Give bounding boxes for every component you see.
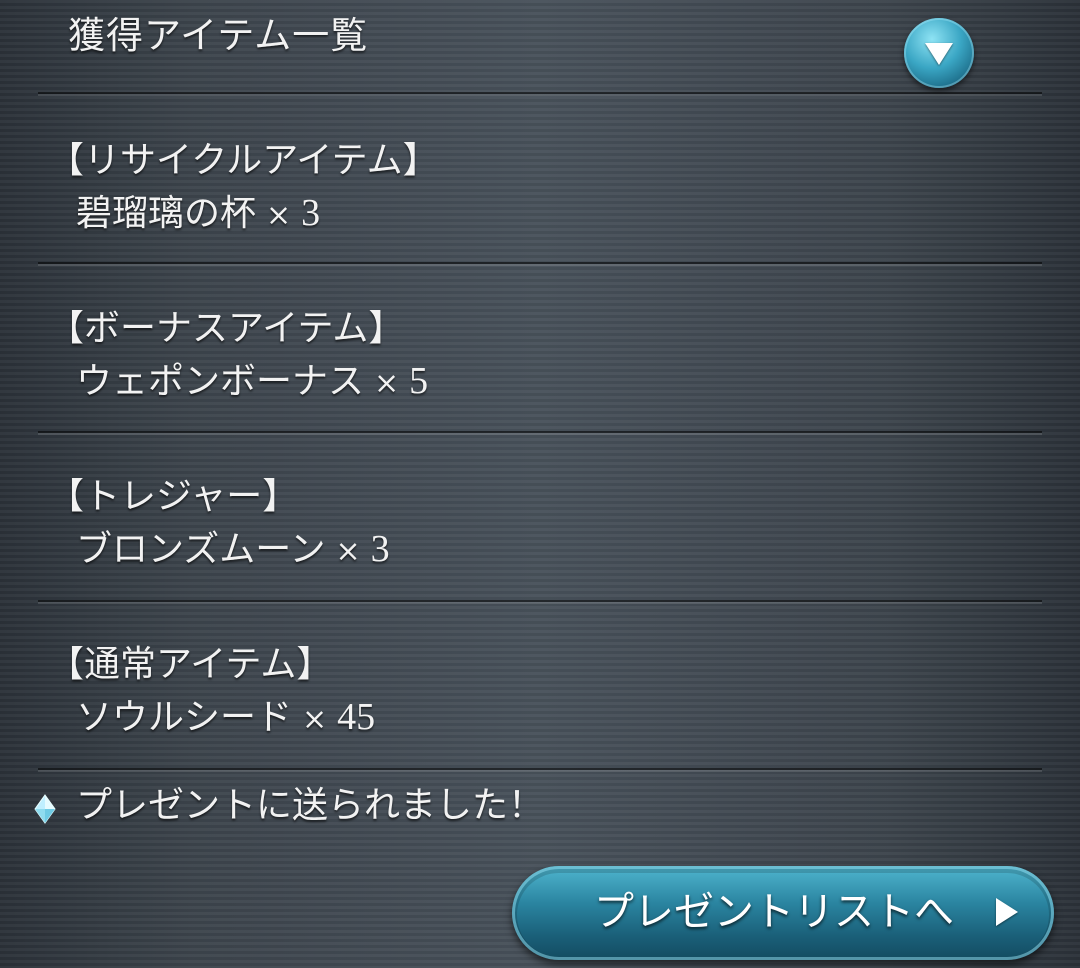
panel-header: 獲得アイテム一覧 (0, 0, 1080, 96)
present-list-button-label: プレゼントリストへ (594, 889, 954, 935)
item-entry: 碧瑠璃の杯 × 3 (76, 190, 320, 239)
divider (38, 262, 1042, 266)
divider (38, 431, 1042, 435)
multiplier-sign: × (335, 534, 361, 569)
item-entry: ブロンズムーン × 3 (76, 526, 390, 575)
item-section-normal: 【通常アイテム】 ソウルシード × 45 (0, 608, 1080, 778)
item-name: ソウルシード (76, 697, 293, 738)
section-category: 【トレジャー】 (48, 476, 299, 517)
triangle-right-icon (996, 898, 1018, 926)
section-category: 【ボーナスアイテム】 (48, 308, 405, 349)
item-quantity: 45 (337, 696, 376, 738)
multiplier-sign: × (302, 702, 328, 737)
crystal-icon (34, 794, 56, 824)
page-title: 獲得アイテム一覧 (68, 14, 369, 57)
item-entry: ウェポンボーナス × 5 (76, 358, 428, 407)
triangle-down-icon (925, 43, 953, 65)
collapse-button[interactable] (904, 18, 974, 88)
section-category: 【リサイクルアイテム】 (48, 140, 439, 181)
item-quantity: 3 (301, 192, 321, 234)
multiplier-sign: × (266, 198, 292, 233)
item-name: ブロンズムーン (76, 529, 326, 570)
divider (38, 92, 1042, 96)
sent-notice: プレゼントに送られました！ (30, 778, 730, 834)
divider (38, 600, 1042, 604)
item-quantity: 5 (409, 360, 429, 402)
acquired-items-panel: 獲得アイテム一覧 【リサイクルアイテム】 碧瑠璃の杯 × 3 【ボーナスアイテム】 … (0, 0, 1080, 968)
item-entry: ソウルシード × 45 (76, 694, 375, 743)
item-section-treasure: 【トレジャー】 ブロンズムーン × 3 (0, 440, 1080, 610)
item-name: ウェポンボーナス (76, 361, 365, 402)
divider (38, 768, 1042, 772)
item-name: 碧瑠璃の杯 (76, 193, 257, 234)
item-quantity: 3 (370, 528, 390, 570)
multiplier-sign: × (374, 366, 400, 401)
section-category: 【通常アイテム】 (48, 644, 333, 685)
item-section-bonus: 【ボーナスアイテム】 ウェポンボーナス × 5 (0, 272, 1080, 442)
item-section-recycle: 【リサイクルアイテム】 碧瑠璃の杯 × 3 (0, 104, 1080, 274)
notice-text: プレゼントに送られました！ (76, 785, 545, 826)
present-list-button[interactable]: プレゼントリストへ (512, 866, 1054, 960)
